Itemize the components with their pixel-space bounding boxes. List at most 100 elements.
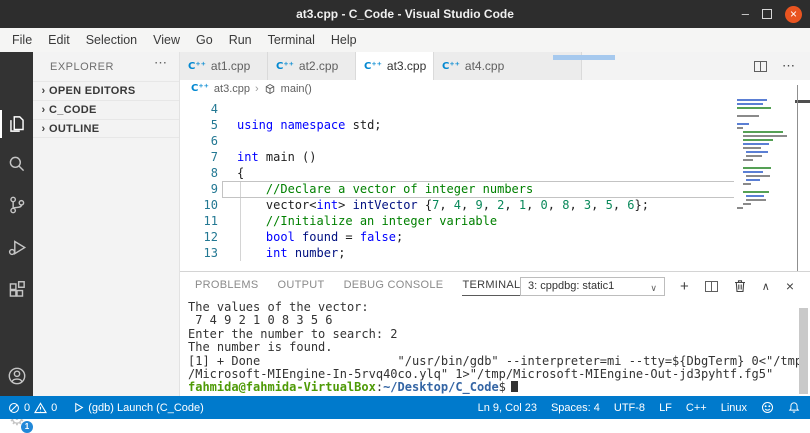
- maximize-button[interactable]: [762, 9, 772, 19]
- status-bar: 0 0 (gdb) Launch (C_Code) Ln 9, Col 23 Sp…: [0, 396, 810, 419]
- close-panel-icon[interactable]: ×: [786, 278, 794, 294]
- minimap-line: [743, 167, 771, 169]
- status-language-mode[interactable]: C++: [686, 402, 707, 414]
- terminal-output[interactable]: The values of the vector: 7 4 9 2 1 0 8 …: [188, 300, 802, 395]
- section-label: OUTLINE: [49, 123, 100, 135]
- line-number: 8: [210, 166, 218, 180]
- warnings-count[interactable]: 0: [51, 402, 57, 414]
- menu-item-go[interactable]: Go: [188, 28, 221, 52]
- tab-at3.cpp[interactable]: C⁺⁺at3.cpp×: [356, 52, 441, 80]
- source-control-icon[interactable]: [5, 193, 29, 217]
- new-terminal-icon[interactable]: +: [680, 278, 689, 295]
- panel-tab-output[interactable]: OUTPUT: [278, 279, 325, 296]
- menu-item-view[interactable]: View: [145, 28, 188, 52]
- terminal-selector-value: 3: cppdbg: static1: [528, 280, 615, 292]
- terminal-line: Enter the number to search: 2: [188, 326, 398, 341]
- terminal-line: 7 4 9 2 1 0 8 3 5 6: [188, 313, 333, 328]
- minimap-line: [737, 107, 771, 109]
- line-number: 5: [210, 118, 218, 132]
- notifications-bell-icon[interactable]: [788, 401, 800, 414]
- settings-badge: 1: [21, 421, 33, 433]
- line-number: 4: [210, 102, 218, 116]
- titlebar[interactable]: at3.cpp - C_Code - Visual Studio Code – …: [0, 0, 810, 28]
- breadcrumb-file[interactable]: at3.cpp: [214, 83, 250, 95]
- sidebar-section-c-code[interactable]: › C_CODE: [33, 100, 179, 119]
- feedback-smiley-icon[interactable]: [761, 401, 774, 414]
- sidebar-title: EXPLORER: [50, 61, 114, 73]
- tab-at2.cpp[interactable]: C⁺⁺ at2.cpp: [268, 52, 356, 80]
- prompt-user: fahmida@fahmida-VirtualBox: [188, 380, 376, 395]
- minimap[interactable]: [737, 99, 793, 211]
- current-line-highlight: [222, 181, 734, 198]
- minimap-line: [743, 131, 783, 133]
- explorer-icon[interactable]: [5, 112, 29, 136]
- code-editor[interactable]: 345678910111213 #include <vector>using n…: [180, 97, 810, 271]
- sidebar-section-outline[interactable]: › OUTLINE: [33, 119, 179, 138]
- prompt-path: ~/Desktop/C_Code: [383, 380, 499, 395]
- minimize-button[interactable]: –: [742, 7, 749, 20]
- menu-item-file[interactable]: File: [4, 28, 40, 52]
- prompt-symbol: $: [498, 380, 506, 395]
- account-icon[interactable]: [5, 364, 29, 388]
- cpp-file-icon: C⁺⁺: [188, 60, 206, 72]
- search-icon[interactable]: [5, 152, 29, 176]
- panel-tabs: PROBLEMS OUTPUT DEBUG CONSOLE TERMINAL: [195, 279, 521, 296]
- sidebar-section-open-editors[interactable]: › OPEN EDITORS: [33, 81, 179, 100]
- section-label: OPEN EDITORS: [49, 85, 136, 97]
- prompt-colon: :: [375, 380, 384, 395]
- minimap-line: [737, 115, 759, 117]
- line-number: 11: [203, 214, 218, 228]
- cpp-file-icon: C⁺⁺: [191, 83, 209, 94]
- maximize-panel-icon[interactable]: ∧: [762, 280, 770, 293]
- extensions-icon[interactable]: [5, 278, 29, 302]
- terminal-line: /Microsoft-MIEngine-In-5rvq40co.ylq" 1>"…: [188, 367, 774, 382]
- line-number: 13: [203, 246, 218, 260]
- split-terminal-icon[interactable]: [704, 280, 718, 292]
- minimap-line: [743, 171, 763, 173]
- editor-tab-bar: C⁺⁺at1.cppC⁺⁺at2.cppC⁺⁺at3.cpp×C⁺⁺at4.cp…: [180, 52, 810, 80]
- code-line: vector<int> intVector {7, 4, 9, 2, 1, 0,…: [237, 198, 649, 212]
- menu-item-terminal[interactable]: Terminal: [260, 28, 323, 52]
- close-button[interactable]: ×: [785, 5, 802, 23]
- more-actions-icon[interactable]: ⋯: [782, 58, 796, 74]
- status-remote-os[interactable]: Linux: [721, 402, 747, 414]
- minimap-line: [737, 103, 763, 105]
- menu-item-edit[interactable]: Edit: [40, 28, 78, 52]
- chevron-right-icon: ›: [41, 123, 46, 135]
- terminal-scrollbar-thumb[interactable]: [799, 308, 808, 394]
- tab-label: at2.cpp: [298, 59, 339, 73]
- panel-actions: + ∧ ×: [680, 276, 794, 296]
- panel-tab-problems[interactable]: PROBLEMS: [195, 279, 259, 296]
- minimap-line: [743, 143, 769, 145]
- menu-item-selection[interactable]: Selection: [78, 28, 145, 52]
- code-line: using namespace std;: [237, 118, 382, 132]
- errors-count[interactable]: 0: [24, 402, 30, 414]
- tabbar-actions: ⋯: [754, 52, 810, 80]
- menu-item-help[interactable]: Help: [323, 28, 365, 52]
- code-line: //Initialize an integer variable: [265, 214, 498, 228]
- kill-terminal-icon[interactable]: [734, 279, 746, 293]
- panel-tab-debug-console[interactable]: DEBUG CONSOLE: [344, 279, 444, 296]
- breadcrumb-symbol[interactable]: main(): [281, 83, 312, 95]
- sidebar-sections: › OPEN EDITORS › C_CODE › OUTLINE: [33, 81, 179, 138]
- code-line: bool found = false;: [265, 230, 404, 244]
- run-and-debug-icon[interactable]: [5, 235, 29, 259]
- tab-at1.cpp[interactable]: C⁺⁺ at1.cpp: [180, 52, 268, 80]
- panel-tab-terminal[interactable]: TERMINAL: [462, 279, 521, 296]
- code-line: int number;: [265, 246, 346, 260]
- status-cursor-position[interactable]: Ln 9, Col 23: [478, 402, 537, 414]
- menu-bar: File Edit Selection View Go Run Terminal Help: [0, 28, 810, 52]
- minimap-line: [743, 159, 753, 161]
- chevron-down-icon: ∨: [650, 283, 657, 293]
- terminal-selector-dropdown[interactable]: 3: cppdbg: static1 ∨: [520, 277, 665, 296]
- status-right: Ln 9, Col 23 Spaces: 4 UTF-8 LF C++ Linux: [478, 401, 810, 414]
- status-encoding[interactable]: UTF-8: [614, 402, 645, 414]
- split-editor-icon[interactable]: [754, 60, 767, 72]
- debug-launch-label[interactable]: (gdb) Launch (C_Code): [88, 402, 204, 414]
- menu-item-run[interactable]: Run: [221, 28, 260, 52]
- status-eol-sequence[interactable]: LF: [659, 402, 672, 414]
- window-controls: – ×: [742, 0, 802, 28]
- sidebar-more-actions[interactable]: ⋯: [154, 55, 167, 71]
- status-indentation[interactable]: Spaces: 4: [551, 402, 600, 414]
